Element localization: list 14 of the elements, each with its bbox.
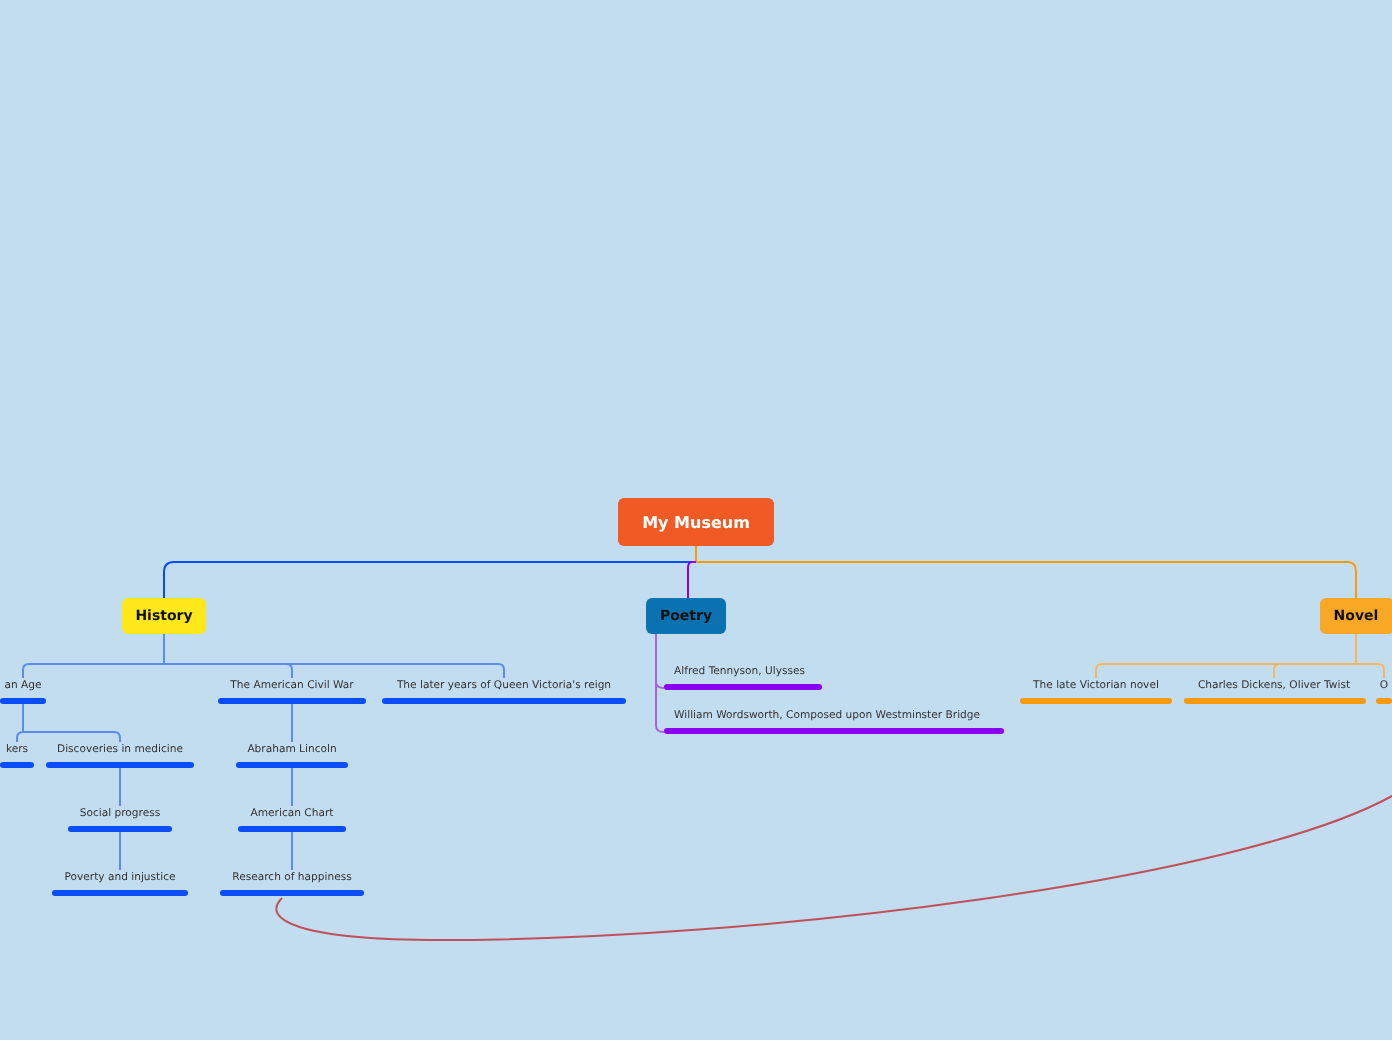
subtopic-underline (52, 890, 188, 896)
connector-line (291, 703, 293, 743)
subtopic-underline (1376, 698, 1392, 704)
subtopic-underline (0, 698, 46, 704)
connector-line (119, 767, 121, 807)
subtopic-underline (0, 762, 34, 768)
connector-line (119, 831, 121, 871)
subtopic-underline (220, 890, 364, 896)
subtopic-underline (68, 826, 172, 832)
subtopic-underline (238, 826, 346, 832)
connector-line (291, 767, 293, 807)
connector-line (291, 831, 293, 871)
subtopic-underline (236, 762, 348, 768)
central-topic: My Museum (618, 498, 774, 546)
